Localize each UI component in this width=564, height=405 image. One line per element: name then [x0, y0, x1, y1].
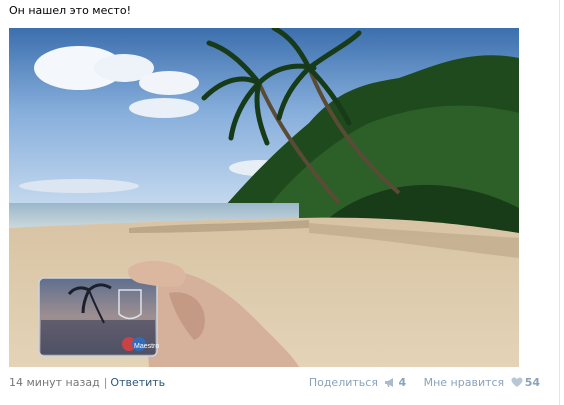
heart-icon — [511, 377, 523, 392]
post-photo[interactable]: Maestro — [9, 28, 519, 367]
post-text: Он нашел это место! — [9, 4, 131, 17]
reply-link[interactable]: Ответить — [110, 376, 165, 389]
post-footer: 14 минут назад | Ответить Поделиться 4 Мне… — [9, 376, 540, 390]
like-label: Мне нравится — [423, 376, 505, 389]
share-button[interactable]: Поделиться 4 — [309, 376, 406, 392]
meta-divider: | — [103, 376, 108, 389]
like-button[interactable]: Мне нравится 54 — [424, 376, 540, 392]
megaphone-icon — [384, 377, 396, 392]
share-count: 4 — [398, 376, 407, 389]
scrollbar-edge — [559, 0, 560, 405]
share-label: Поделиться — [308, 376, 378, 389]
post-timestamp[interactable]: 14 минут назад — [9, 376, 100, 389]
post-meta: 14 минут назад | Ответить — [9, 376, 165, 390]
post-actions: Поделиться 4 Мне нравится 54 — [309, 376, 540, 392]
card-brand-text: Maestro — [134, 343, 159, 350]
beach-photo-image: Maestro — [9, 28, 519, 367]
like-count: 54 — [524, 376, 540, 389]
